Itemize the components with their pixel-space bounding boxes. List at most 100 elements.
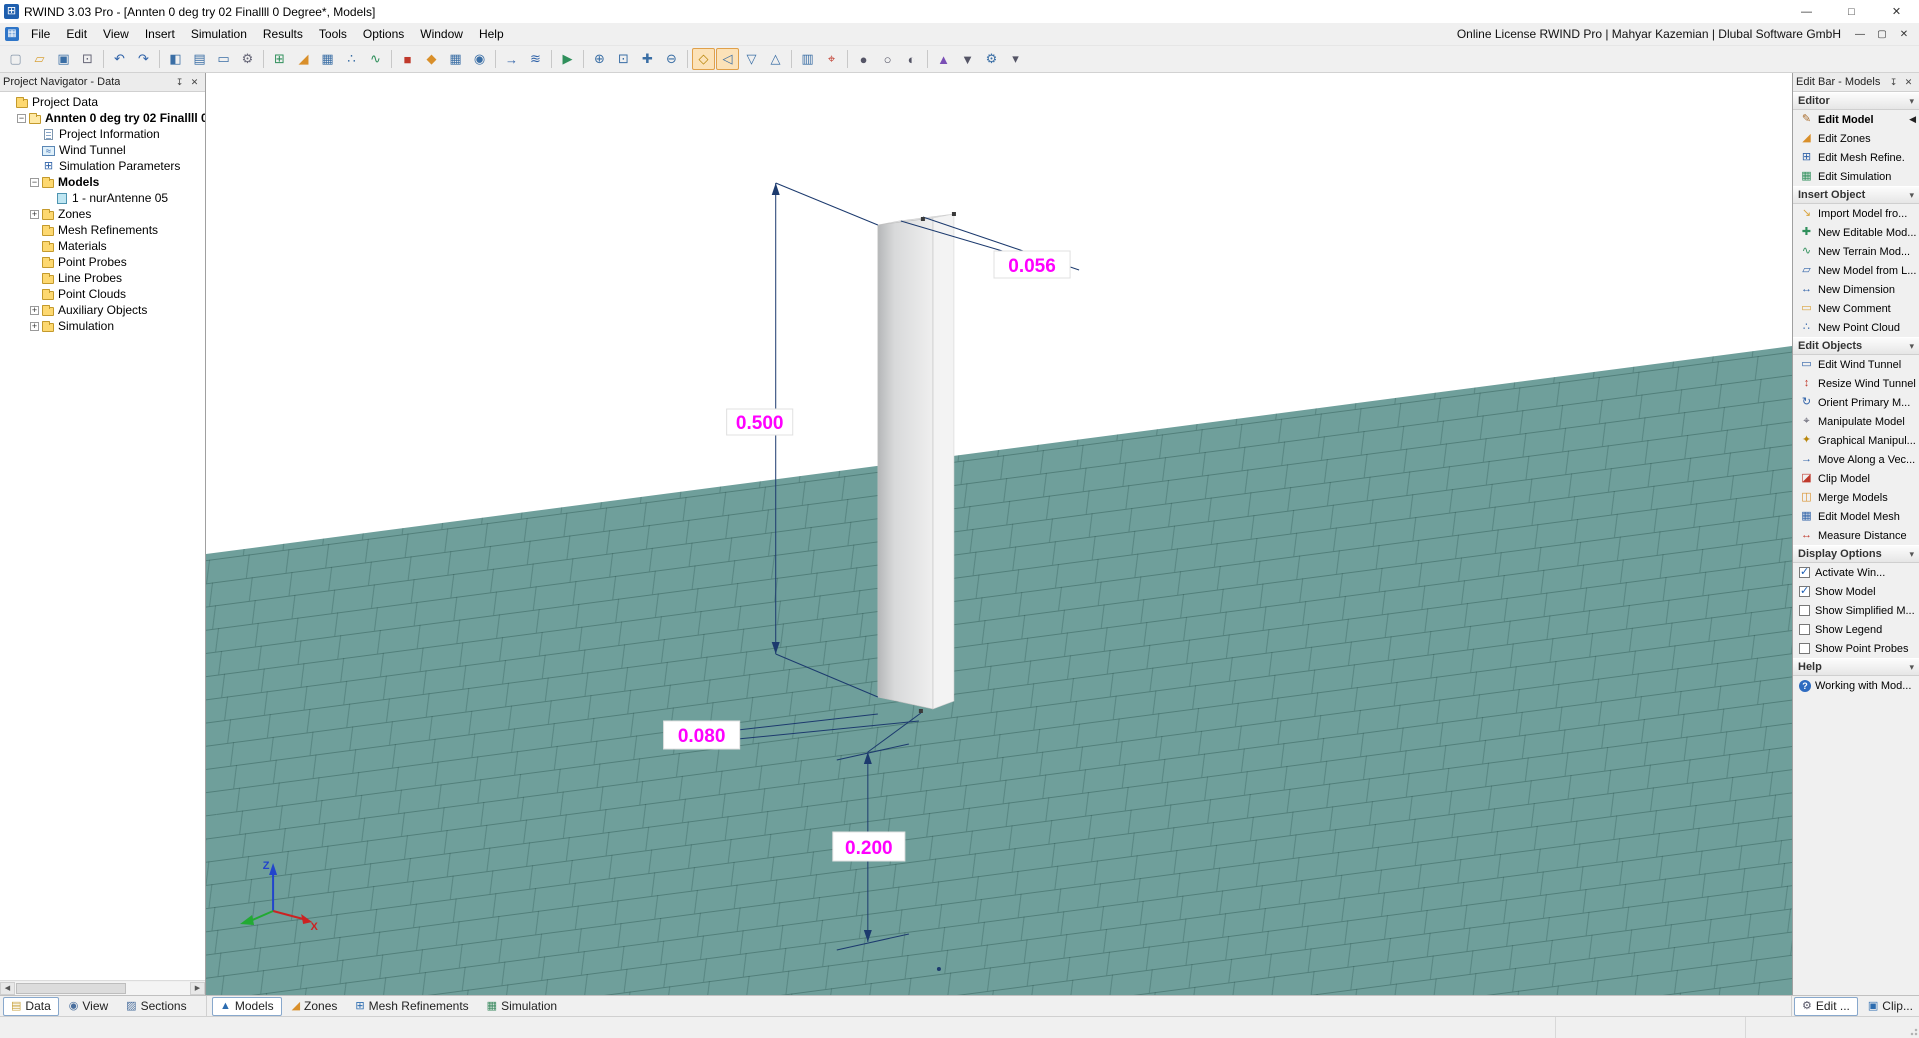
graphical-manipulation-item[interactable]: Graphical Manipul... — [1793, 431, 1919, 450]
separator[interactable] — [492, 48, 499, 70]
separator[interactable] — [100, 48, 107, 70]
show-probes-toggle[interactable]: ◉ — [468, 48, 491, 70]
tree-wind-tunnel[interactable]: Wind Tunnel — [0, 142, 205, 158]
maximize-button[interactable]: □ — [1829, 0, 1874, 23]
tree-project-data[interactable]: Project Data — [0, 94, 205, 110]
checkbox[interactable] — [1799, 586, 1810, 597]
separator[interactable] — [924, 48, 931, 70]
pin-icon[interactable]: ↧ — [172, 75, 187, 90]
tab-sections[interactable]: ▨ Sections — [118, 997, 194, 1016]
tab-view[interactable]: ◉ View — [61, 997, 116, 1016]
manipulate-model-item[interactable]: Manipulate Model — [1793, 412, 1919, 431]
close-icon[interactable]: ✕ — [1901, 75, 1916, 90]
new-editable-model-item[interactable]: New Editable Mod... — [1793, 223, 1919, 242]
save-project-button[interactable]: ▣ — [52, 48, 75, 70]
close-button[interactable]: ✕ — [1874, 0, 1919, 23]
show-legend-option[interactable]: Show Legend — [1793, 620, 1919, 639]
tab-data[interactable]: ▤ Data — [3, 997, 59, 1016]
child-close-button[interactable]: ✕ — [1893, 25, 1915, 43]
new-zone-button[interactable]: ◢ — [292, 48, 315, 70]
dimension-top-depth[interactable]: 0.056 — [994, 251, 1070, 278]
show-model-toggle[interactable]: ■ — [396, 48, 419, 70]
tree-line-probes[interactable]: Line Probes — [0, 270, 205, 286]
checkbox[interactable] — [1799, 643, 1810, 654]
resize-grip[interactable] — [1905, 1017, 1919, 1038]
checkbox[interactable] — [1799, 605, 1810, 616]
close-icon[interactable]: ✕ — [187, 75, 202, 90]
tree-mesh-refinements[interactable]: Mesh Refinements — [0, 222, 205, 238]
new-terrain-model-item[interactable]: New Terrain Mod... — [1793, 242, 1919, 261]
tab-edit-bar[interactable]: ⚙ Edit ... — [1794, 997, 1858, 1016]
zoom-window-button[interactable]: ⊡ — [612, 48, 635, 70]
menu-tools[interactable]: Tools — [311, 23, 355, 45]
view-isometric-button[interactable]: ◇ — [692, 48, 715, 70]
edit-model-mesh-item[interactable]: Edit Model Mesh — [1793, 507, 1919, 526]
scroll-right-icon[interactable]: ▶ — [190, 982, 205, 995]
menu-view[interactable]: View — [95, 23, 137, 45]
measure-distance-item[interactable]: Measure Distance — [1793, 526, 1919, 545]
working-with-models-item[interactable]: Working with Mod... — [1793, 676, 1919, 695]
menu-simulation[interactable]: Simulation — [183, 23, 255, 45]
dimension-height[interactable]: 0.500 — [727, 409, 793, 435]
activate-wind-option[interactable]: Activate Win... — [1793, 563, 1919, 582]
separator[interactable] — [580, 48, 587, 70]
zoom-in-button[interactable]: ✚ — [636, 48, 659, 70]
new-model-button[interactable]: ⊞ — [268, 48, 291, 70]
separator[interactable] — [684, 48, 691, 70]
tab-clipboard[interactable]: ▣ Clip... — [1860, 997, 1919, 1016]
tab-zones[interactable]: ◢ Zones — [284, 997, 346, 1016]
viewport-3d[interactable]: 0.500 0.056 0.080 0.200 — [206, 73, 1792, 995]
new-comment-item[interactable]: New Comment — [1793, 299, 1919, 318]
open-project-button[interactable]: ▱ — [28, 48, 51, 70]
print-button[interactable]: ⊡ — [76, 48, 99, 70]
vertex-point[interactable] — [919, 709, 923, 713]
background-color-button[interactable]: ◐ — [900, 48, 923, 70]
tree-zones[interactable]: Zones — [0, 206, 205, 222]
tree-point-probes[interactable]: Point Probes — [0, 254, 205, 270]
tree-materials[interactable]: Materials — [0, 238, 205, 254]
show-model-option[interactable]: Show Model — [1793, 582, 1919, 601]
menu-window[interactable]: Window — [412, 23, 471, 45]
tab-models[interactable]: ▲ Models — [212, 997, 282, 1016]
tree-models[interactable]: Models — [0, 174, 205, 190]
tree-expander[interactable] — [30, 210, 39, 219]
show-point-probes-option[interactable]: Show Point Probes — [1793, 639, 1919, 658]
redo-button[interactable]: ↷ — [132, 48, 155, 70]
checkbox[interactable] — [1799, 624, 1810, 635]
antenna-side-face[interactable] — [933, 214, 954, 709]
tab-simulation[interactable]: ▦ Simulation — [479, 997, 565, 1016]
resize-wind-tunnel-item[interactable]: Resize Wind Tunnel — [1793, 374, 1919, 393]
pin-icon[interactable]: ↧ — [1886, 75, 1901, 90]
separator[interactable] — [844, 48, 851, 70]
vertex-point[interactable] — [952, 212, 956, 216]
tree-expander[interactable] — [17, 114, 26, 123]
measure-button[interactable]: ⌖ — [820, 48, 843, 70]
tree-annten-project[interactable]: Annten 0 deg try 02 Finallll 0 Degree — [0, 110, 205, 126]
view-y-button[interactable]: ▽ — [740, 48, 763, 70]
clipping-plane-button[interactable]: ▥ — [796, 48, 819, 70]
start-simulation-button[interactable]: ▶ — [556, 48, 579, 70]
child-minimize-button[interactable]: — — [1849, 25, 1871, 43]
separator[interactable] — [548, 48, 555, 70]
new-model-from-lines-item[interactable]: New Model from L... — [1793, 261, 1919, 280]
results-manager-button[interactable]: ▲ — [932, 48, 955, 70]
menu-results[interactable]: Results — [255, 23, 311, 45]
wind-profile-button[interactable]: ≋ — [524, 48, 547, 70]
separator[interactable] — [788, 48, 795, 70]
dimension-width[interactable]: 0.080 — [664, 721, 740, 749]
merge-models-item[interactable]: Merge Models — [1793, 488, 1919, 507]
tree-point-clouds[interactable]: Point Clouds — [0, 286, 205, 302]
show-mesh-toggle[interactable]: ▦ — [444, 48, 467, 70]
new-line-probe-button[interactable]: ∿ — [364, 48, 387, 70]
new-mesh-refinement-button[interactable]: ▦ — [316, 48, 339, 70]
more-tools-button[interactable]: ▾ — [1004, 48, 1027, 70]
checkbox[interactable] — [1799, 567, 1810, 578]
edit-mesh-refinements-item[interactable]: Edit Mesh Refine... ◀ — [1793, 148, 1919, 167]
separator[interactable] — [156, 48, 163, 70]
menu-file[interactable]: File — [23, 23, 58, 45]
tables-toggle-button[interactable]: ▤ — [188, 48, 211, 70]
separator[interactable] — [260, 48, 267, 70]
tree-auxiliary-objects[interactable]: Auxiliary Objects — [0, 302, 205, 318]
move-along-vector-item[interactable]: Move Along a Vec... — [1793, 450, 1919, 469]
section-header-editor[interactable]: Editor ▾ — [1793, 92, 1919, 110]
